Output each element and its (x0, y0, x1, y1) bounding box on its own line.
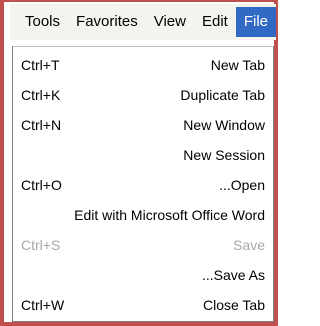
menu-item-open[interactable]: Ctrl+O ...Open (13, 173, 273, 197)
shortcut-label: Ctrl+N (21, 117, 62, 133)
menu-item-save[interactable]: Ctrl+S Save (13, 233, 273, 257)
menu-item-label: ...Save As (201, 267, 265, 283)
menu-item-new-session[interactable]: New Session (13, 143, 273, 167)
window-frame: Tools Favorites View Edit File Ctrl+T Ne… (0, 0, 278, 326)
menu-tools[interactable]: Tools (17, 7, 68, 37)
shortcut-label: Ctrl+W (21, 297, 65, 313)
menu-item-new-tab[interactable]: Ctrl+T New Tab (13, 53, 273, 77)
shortcut-label: Ctrl+K (21, 87, 61, 103)
menu-item-close-tab[interactable]: Ctrl+W Close Tab (13, 293, 273, 317)
menu-bar: Tools Favorites View Edit File (10, 4, 276, 40)
menu-item-label: Close Tab (202, 297, 265, 313)
menu-item-save-as[interactable]: ...Save As (13, 263, 273, 287)
menu-item-label: New Session (183, 147, 265, 163)
shortcut-label: Ctrl+S (21, 237, 61, 253)
menu-item-label: Edit with Microsoft Office Word (74, 207, 265, 223)
menu-item-label: Save (233, 237, 265, 253)
menu-item-label: Duplicate Tab (180, 87, 265, 103)
shortcut-label: Ctrl+T (21, 57, 60, 73)
menu-item-label: ...Open (219, 177, 265, 193)
menu-edit[interactable]: Edit (194, 7, 236, 37)
menu-item-label: New Window (183, 117, 265, 133)
menu-item-label: New Tab (210, 57, 265, 73)
menu-item-edit-with-word[interactable]: Edit with Microsoft Office Word (13, 203, 273, 227)
file-dropdown-menu: Ctrl+T New Tab Ctrl+K Duplicate Tab Ctrl… (12, 46, 274, 322)
menu-view[interactable]: View (146, 7, 194, 37)
menu-file[interactable]: File (235, 7, 276, 37)
menu-item-new-window[interactable]: Ctrl+N New Window (13, 113, 273, 137)
menu-item-duplicate-tab[interactable]: Ctrl+K Duplicate Tab (13, 83, 273, 107)
menu-favorites[interactable]: Favorites (68, 7, 146, 37)
shortcut-label: Ctrl+O (21, 177, 62, 193)
